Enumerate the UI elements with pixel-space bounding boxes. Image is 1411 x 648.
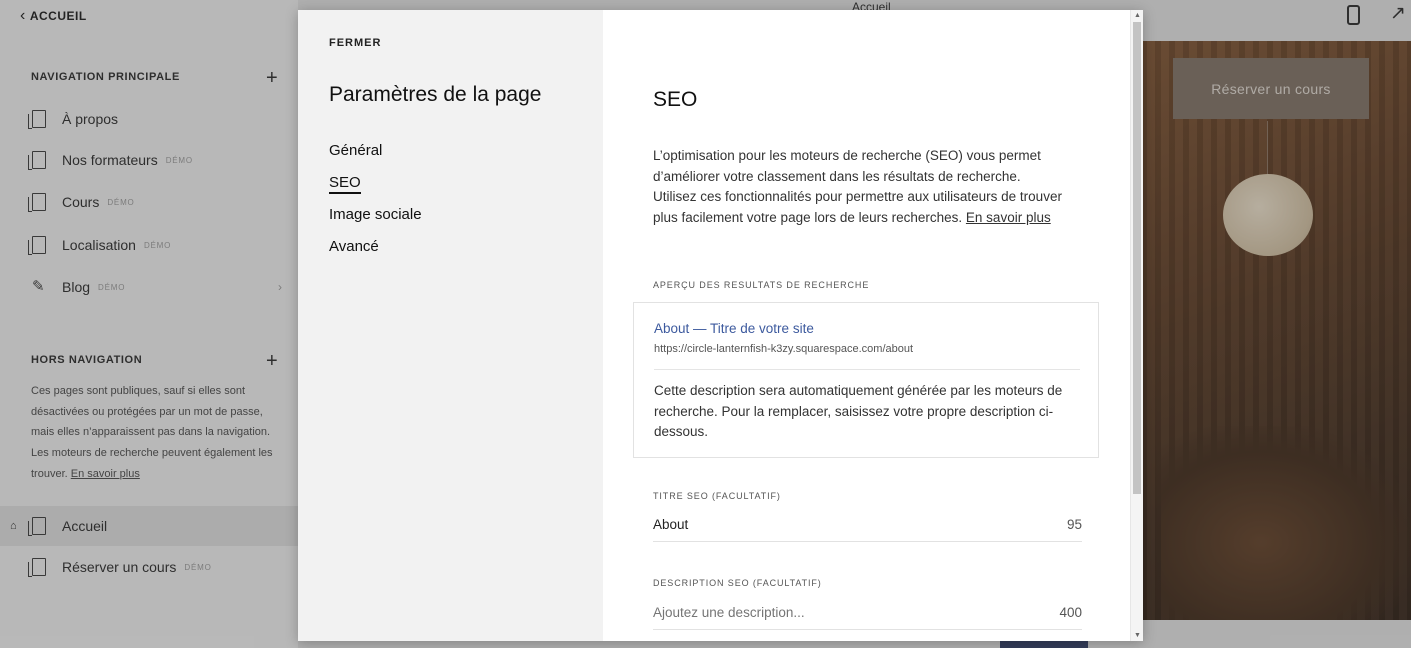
- scroll-down-arrow-icon[interactable]: ▼: [1134, 632, 1141, 639]
- settings-sidebar: FERMER Paramètres de la page Général SEO…: [298, 10, 603, 641]
- seo-title-field[interactable]: About 95: [653, 512, 1082, 542]
- seo-description-char-count: 400: [1059, 605, 1082, 620]
- dialog-title: Paramètres de la page: [329, 83, 542, 106]
- seo-title-value[interactable]: About: [653, 517, 688, 532]
- tab-advanced[interactable]: Avancé: [329, 238, 379, 255]
- close-button[interactable]: FERMER: [329, 37, 381, 49]
- preview-divider: [654, 369, 1080, 370]
- tab-seo[interactable]: SEO: [329, 174, 361, 194]
- seo-panel: SEO L’optimisation pour les moteurs de r…: [603, 10, 1130, 641]
- tab-social-image[interactable]: Image sociale: [329, 206, 422, 223]
- seo-description-input[interactable]: [653, 605, 1013, 620]
- seo-title-char-count: 95: [1066, 517, 1082, 532]
- preview-url: https://circle-lanternfish-k3zy.squaresp…: [654, 343, 914, 355]
- seo-heading: SEO: [653, 88, 698, 111]
- preview-description: Cette description sera automatiquement g…: [654, 383, 1063, 440]
- search-preview-label: APERÇU DES RESULTATS DE RECHERCHE: [653, 280, 870, 290]
- seo-description-label: DESCRIPTION SEO (FACULTATIF): [653, 578, 822, 588]
- seo-title-label: TITRE SEO (FACULTATIF): [653, 491, 781, 501]
- scroll-thumb[interactable]: [1133, 22, 1141, 494]
- seo-description-field[interactable]: 400: [653, 600, 1082, 630]
- preview-title: About — Titre de votre site: [654, 321, 814, 336]
- scroll-up-arrow-icon[interactable]: ▲: [1134, 12, 1141, 19]
- seo-intro: L’optimisation pour les moteurs de reche…: [653, 146, 1063, 229]
- tab-general[interactable]: Général: [329, 142, 382, 159]
- search-result-preview: About — Titre de votre site https://circ…: [633, 302, 1099, 458]
- page-settings-dialog: FERMER Paramètres de la page Général SEO…: [298, 10, 1143, 641]
- dialog-scrollbar[interactable]: ▲ ▼: [1130, 10, 1143, 641]
- seo-learn-more-link[interactable]: En savoir plus: [966, 210, 1051, 225]
